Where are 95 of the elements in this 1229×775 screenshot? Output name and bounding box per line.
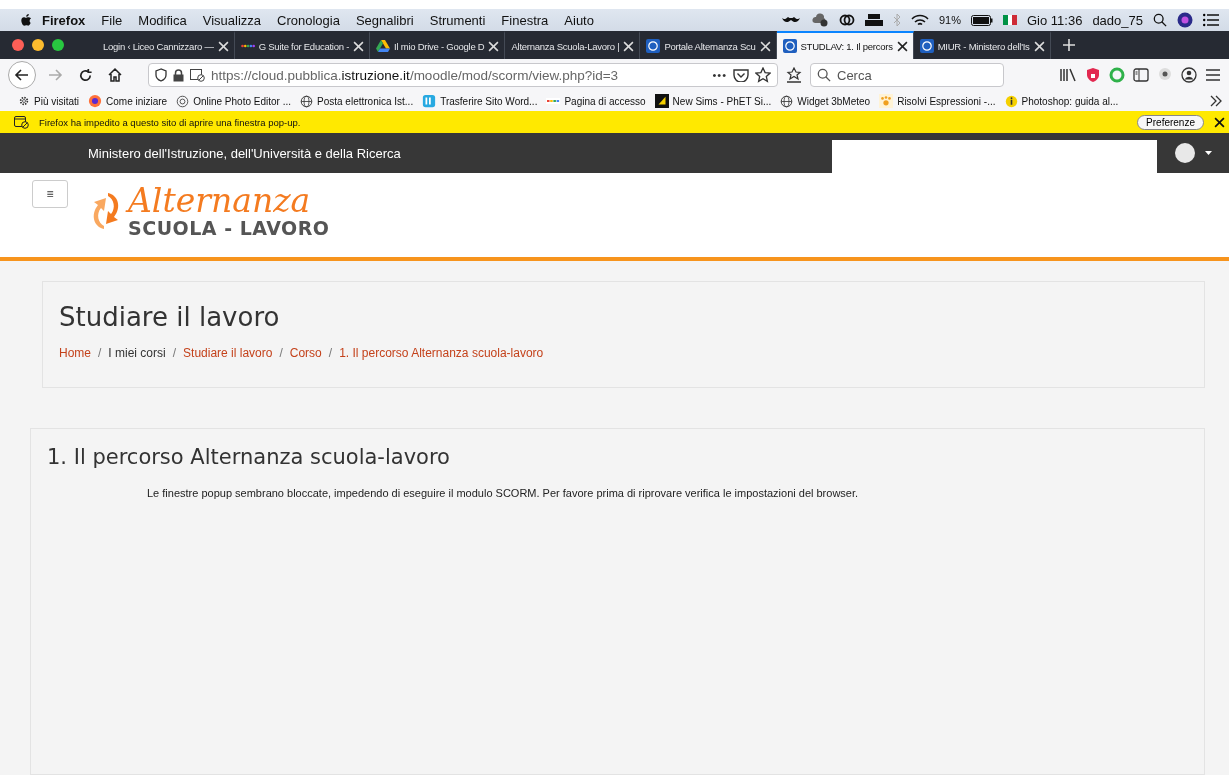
menu-item[interactable]: Cronologia (269, 12, 348, 28)
search-icon (817, 68, 831, 82)
close-icon[interactable] (896, 40, 908, 52)
back-icon (14, 67, 30, 83)
star-icon[interactable] (755, 67, 771, 83)
cloud-icon[interactable] (810, 13, 829, 27)
forward-icon (47, 67, 63, 83)
ring-icon[interactable] (1109, 67, 1125, 83)
info-icon (1004, 94, 1018, 108)
blocked-popup-icon (190, 68, 205, 82)
bookmark[interactable]: Trasferire Sito Word... (422, 94, 538, 108)
minimize-light[interactable] (32, 39, 44, 51)
bookmark[interactable]: Widget 3bMeteo (780, 94, 871, 108)
search-icon[interactable] (1153, 13, 1167, 27)
breadcrumb-separator: / (279, 346, 283, 360)
globe-icon (300, 94, 313, 108)
ministry-title: Ministero dell'Istruzione, dell'Università e della Ricerca (88, 145, 402, 161)
bookmark[interactable]: Risolvi Espressioni -... (879, 94, 996, 108)
popup-warning-text: Le finestre popup sembrano bloccate, impedendo di eseguire il modulo SCORM. Per favore prima di riprovare verifica le impostazioni del browser. (147, 487, 860, 499)
aperture-icon (176, 94, 190, 108)
user-name[interactable]: dado_75 (1092, 12, 1143, 28)
siri-icon[interactable] (1177, 12, 1193, 28)
more-button[interactable]: ••• (712, 69, 727, 81)
wifi-icon[interactable] (910, 13, 929, 27)
bookmark[interactable]: Pagina di accesso (546, 95, 646, 107)
bookmark[interactable]: New Sims - PhET Si... (654, 94, 772, 108)
drive-icon (376, 40, 391, 52)
avatar-icon (1174, 143, 1195, 163)
menu-item[interactable]: Visualizza (194, 12, 269, 28)
gear-icon (18, 95, 30, 107)
blocked-popup-icon (14, 115, 29, 129)
menu-item[interactable]: Modifica (130, 12, 195, 28)
logo-subtitle: SCUOLA - LAVORO (128, 218, 330, 238)
account-icon[interactable] (1181, 67, 1197, 83)
menu-item[interactable]: File (93, 12, 131, 28)
flag-icon[interactable] (1002, 15, 1017, 25)
pocket-icon[interactable] (733, 68, 749, 82)
nav-toggle-button[interactable]: ≡ (32, 180, 68, 208)
shield-icon (155, 68, 167, 82)
rings-icon[interactable] (838, 13, 855, 27)
bookmark[interactable]: Posta elettronica Ist... (300, 94, 414, 108)
preferences-button[interactable]: Preferenze (1137, 114, 1204, 130)
globe-icon (780, 94, 794, 108)
notification-text: Firefox ha impedito a questo sito di aprire una finestra pop-up. (39, 116, 301, 128)
close-light[interactable] (12, 39, 24, 51)
chevron-icon[interactable] (1209, 95, 1223, 107)
emblem-icon (646, 39, 661, 53)
home-icon (107, 67, 123, 83)
zoom-light[interactable] (52, 39, 64, 51)
menu-icon[interactable] (1205, 68, 1221, 82)
emblem-icon (782, 39, 797, 53)
list-icon[interactable] (1203, 13, 1219, 27)
app-menu[interactable]: Firefox (34, 12, 94, 28)
page-title: Studiare il lavoro (59, 302, 281, 332)
clock[interactable]: Gio 11:36 (1026, 12, 1083, 28)
bookmark-tray-icon[interactable] (786, 67, 802, 83)
breadcrumb-separator: / (328, 346, 333, 360)
paw-icon (879, 94, 894, 108)
sidebar-icon[interactable] (1133, 68, 1149, 82)
breadcrumb-link[interactable]: Studiare il lavoro (183, 346, 273, 360)
search-field[interactable]: Cerca (810, 63, 1004, 87)
menu-item[interactable]: Aiuto (556, 12, 602, 28)
bookmark[interactable]: Photoshop: guida al... (1004, 94, 1119, 108)
breadcrumb-separator: / (172, 346, 177, 360)
caret-icon (1204, 151, 1212, 155)
bookmark[interactable]: Online Photo Editor ... (176, 94, 291, 108)
bookmark[interactable]: Più visitati (18, 95, 79, 107)
dots-icon (240, 43, 255, 49)
url-text: https://cloud.pubblica.istruzione.it/moodle/mod/scorm/view.php?id=3 (211, 67, 620, 83)
breadcrumb-label: I miei corsi (108, 346, 166, 360)
back-button[interactable] (8, 61, 36, 89)
lock-icon (173, 68, 184, 82)
bookmark[interactable]: Come iniziare (88, 94, 168, 108)
address-field[interactable]: https://cloud.pubblica.istruzione.it/moodle/mod/scorm/view.php?id=3 ••• (148, 63, 778, 87)
battery-percent: 91% (938, 14, 961, 26)
menu-item[interactable]: Finestra (493, 12, 557, 28)
plus-icon (1061, 38, 1076, 52)
menu-item[interactable]: Segnalibri (347, 12, 422, 28)
dock-icon[interactable] (864, 14, 883, 26)
close-icon[interactable] (1214, 116, 1225, 128)
dots-icon (546, 98, 561, 104)
breadcrumb-link[interactable]: 1. Il percorso Alternanza scuola-lavoro (339, 346, 544, 360)
menu-item[interactable]: Strumenti (421, 12, 494, 28)
breadcrumb-link[interactable]: Corso (289, 346, 322, 360)
battery-icon[interactable] (970, 14, 993, 26)
emblem-icon (919, 39, 934, 53)
breadcrumb-link[interactable]: Home (59, 346, 91, 360)
apple-icon (20, 12, 34, 28)
library-icon[interactable] (1059, 67, 1077, 83)
breadcrumb-separator: / (98, 346, 102, 360)
firefox-icon (88, 94, 102, 108)
reload-icon (77, 67, 93, 83)
activity-title: 1. Il percorso Alternanza scuola-lavoro (47, 445, 451, 469)
browser-tab[interactable]: STUDLAV: 1. Il percors (776, 31, 914, 59)
shield-icon[interactable] (1085, 67, 1101, 83)
